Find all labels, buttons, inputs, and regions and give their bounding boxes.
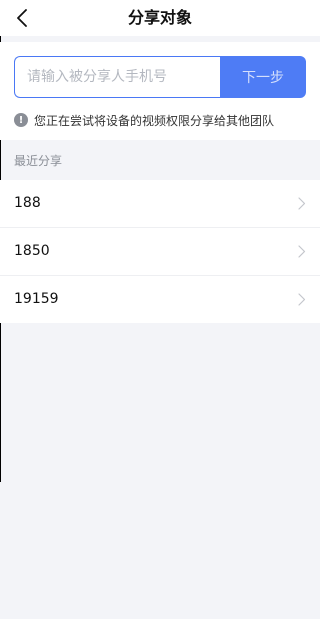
next-button[interactable]: 下一步	[220, 56, 306, 98]
share-input-section: 下一步 ! 您正在尝试将设备的视频权限分享给其他团队	[0, 42, 320, 140]
recent-share-list: 188 1850 19159	[0, 180, 320, 323]
info-icon: !	[14, 113, 28, 127]
list-item[interactable]: 1850	[0, 228, 320, 276]
page-title: 分享对象	[127, 8, 192, 27]
chevron-right-icon	[298, 197, 306, 210]
header-bar: 分享对象	[0, 0, 320, 36]
list-item[interactable]: 188	[0, 180, 320, 228]
list-item-text: 188	[14, 195, 41, 211]
notice: ! 您正在尝试将设备的视频权限分享给其他团队	[14, 110, 274, 130]
phone-input[interactable]	[14, 56, 220, 98]
notice-text: 您正在尝试将设备的视频权限分享给其他团队	[34, 113, 275, 128]
list-item[interactable]: 19159	[0, 276, 320, 323]
recent-share-label: 最近分享	[14, 154, 63, 168]
list-item-text: 1850	[14, 243, 50, 259]
chevron-right-icon	[298, 245, 306, 258]
list-item-text: 19159	[14, 291, 59, 307]
chevron-right-icon	[298, 293, 306, 306]
